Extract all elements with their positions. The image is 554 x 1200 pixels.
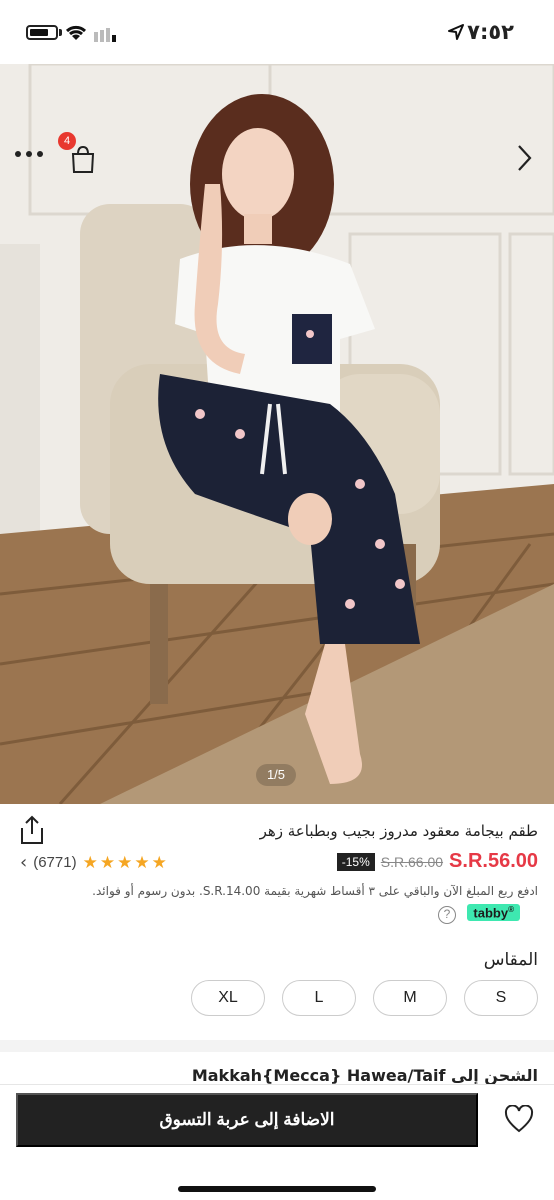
rating-row[interactable]: ‹ (6771) ★ ★ ★ ★ ★ [20, 852, 167, 873]
size-option-s[interactable]: S [464, 980, 538, 1016]
section-divider [0, 1040, 554, 1052]
shopping-bag-icon[interactable] [68, 144, 98, 174]
battery-icon [26, 25, 58, 40]
home-indicator [178, 1186, 376, 1192]
star-icon: ★ [99, 852, 116, 873]
discount-badge: -15% [336, 852, 375, 871]
star-icon: ★ [134, 852, 150, 873]
size-option-xl[interactable]: XL [191, 980, 265, 1016]
question-icon[interactable]: ? [438, 906, 456, 924]
product-title: طقم بيجامة معقود مدروز بجيب وبطباعة زهر [259, 822, 538, 840]
price-current: S.R.56.00 [449, 850, 538, 872]
price-row: S.R.56.00 S.R.66.00 -15% [336, 850, 538, 873]
tabby-logo: tabby® [467, 904, 520, 922]
product-image-gallery[interactable]: 4 1/5 [0, 64, 554, 804]
product-photo [0, 64, 554, 804]
size-label: المقاس [483, 950, 538, 970]
signal-icon [94, 28, 116, 42]
star-icon: ★ [117, 852, 133, 873]
bottom-action-bar: الاضافة إلى عربة التسوق [0, 1084, 554, 1200]
location-arrow-icon [448, 24, 464, 40]
size-option-l[interactable]: L [282, 980, 356, 1016]
add-to-cart-button[interactable]: الاضافة إلى عربة التسوق [16, 1093, 478, 1147]
star-icon: ★ [82, 852, 98, 873]
heart-icon[interactable] [504, 1105, 534, 1133]
status-time: ٧:٥٢ [467, 20, 514, 44]
installment-text: ادفع ربع المبلغ الآن والباقي على ٣ أقساط… [92, 884, 538, 898]
chevron-left-icon: ‹ [20, 852, 28, 873]
image-pager: 1/5 [256, 764, 296, 786]
size-option-m[interactable]: M [373, 980, 447, 1016]
wifi-icon [65, 25, 87, 40]
more-icon[interactable] [14, 150, 44, 158]
share-icon[interactable] [18, 814, 46, 846]
chevron-right-icon[interactable] [516, 144, 532, 172]
size-selector: S M L XL [190, 980, 538, 1016]
price-original: S.R.66.00 [380, 853, 444, 870]
rating-count: (6771) [33, 854, 77, 871]
cart-count-badge: 4 [58, 132, 76, 150]
status-bar: ٧:٥٢ [0, 0, 554, 64]
star-icon: ★ [151, 852, 167, 873]
shipping-destination[interactable]: الشحن إلى Makkah{Mecca} Hawea/Taif [192, 1066, 538, 1085]
